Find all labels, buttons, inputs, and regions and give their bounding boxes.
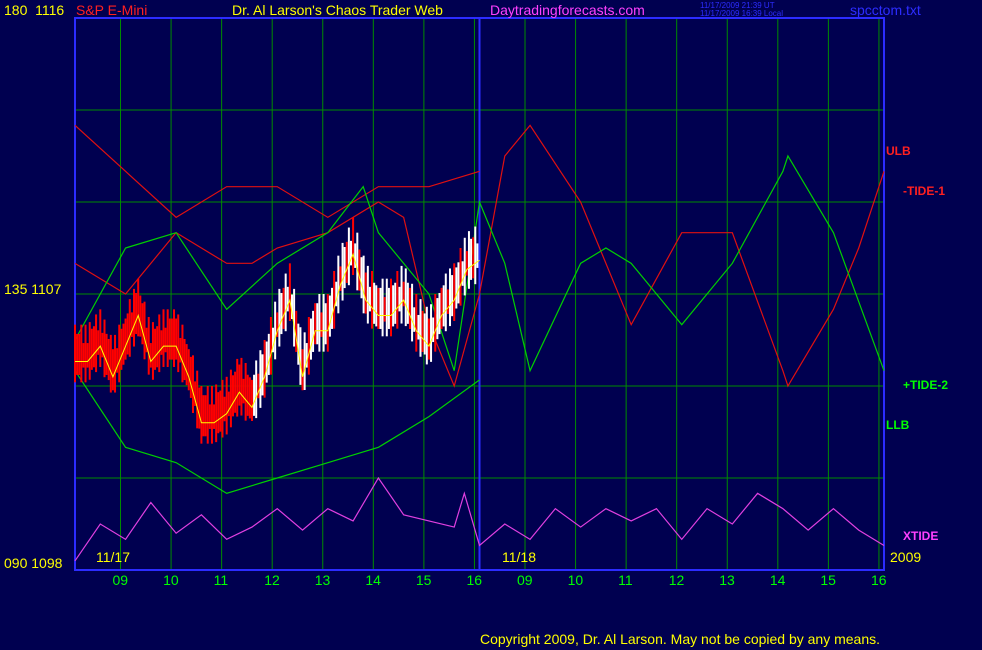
x-tick-label: 16 xyxy=(870,572,887,588)
date-label-day1: 11/17 xyxy=(96,549,130,565)
x-tick-label: 10 xyxy=(567,572,584,588)
x-tick-label: 12 xyxy=(264,572,280,588)
chart-svg xyxy=(74,17,885,571)
x-tick-label: 14 xyxy=(365,572,381,588)
x-tick-label: 16 xyxy=(466,572,483,588)
instrument-name: S&P E-Mini xyxy=(76,2,148,18)
x-tick-label: 15 xyxy=(415,572,432,588)
y-label-mid: 135 1107 xyxy=(4,281,62,297)
x-tick-label: 11 xyxy=(618,572,633,588)
x-tick-label: 10 xyxy=(163,572,179,588)
series-line-ulb xyxy=(74,124,480,219)
x-tick-label: 14 xyxy=(769,572,786,588)
legend-llb: LLB xyxy=(886,418,910,432)
x-tick-label: 13 xyxy=(719,572,735,588)
x-tick-label: 09 xyxy=(517,572,533,588)
x-tick-label: 13 xyxy=(314,572,331,588)
legend-xtide: XTIDE xyxy=(903,529,939,543)
x-tick-label: 15 xyxy=(820,572,836,588)
legend-ulb: ULB xyxy=(886,144,911,158)
series-line-llb xyxy=(74,370,480,494)
legend-tide1: -TIDE-1 xyxy=(903,184,945,198)
header-left-pad: 180 1116 xyxy=(4,2,65,18)
y-label-bottom: 090 1098 xyxy=(4,555,63,571)
x-tick-label: 09 xyxy=(112,572,129,588)
chart-title: Dr. Al Larson's Chaos Trader Web xyxy=(232,2,443,18)
filename: spcctom.txt xyxy=(850,2,921,18)
date-label-day2: 11/18 xyxy=(502,549,536,565)
site-name: Daytradingforecasts.com xyxy=(490,2,645,18)
x-tick-label: 12 xyxy=(668,572,685,588)
timestamp-local: 11/17/2009 16:39 Local xyxy=(700,9,784,18)
x-tick-label: 11 xyxy=(213,572,229,588)
copyright: Copyright 2009, Dr. Al Larson. May not b… xyxy=(480,631,881,647)
legend-tide2: +TIDE-2 xyxy=(903,378,949,392)
year-label: 2009 xyxy=(890,549,922,565)
